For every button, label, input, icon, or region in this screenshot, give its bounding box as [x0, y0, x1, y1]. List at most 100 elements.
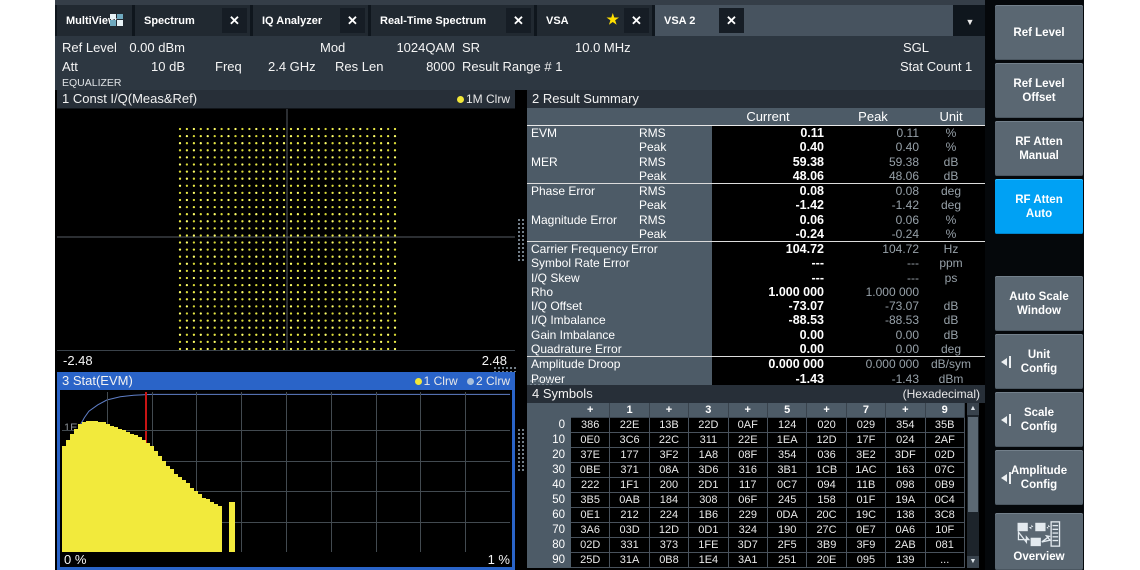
att-label[interactable]: Att: [62, 58, 78, 76]
symbol-cell: 0E1: [571, 508, 610, 523]
window-stat-evm-header[interactable]: 3 Stat(EVM) 1 Clrw 2 Clrw: [57, 372, 515, 390]
result-peak: 104.72: [827, 242, 919, 256]
tab-vsa[interactable]: VSA ★ ✕: [537, 5, 652, 36]
result-current: 0.06: [712, 213, 824, 227]
att-value[interactable]: 10 dB: [105, 58, 185, 76]
symbols-scrollbar[interactable]: ▲ ▼: [967, 403, 979, 568]
softkey-unit-config[interactable]: UnitConfig: [995, 334, 1083, 389]
symbols-col-header: 7: [847, 403, 886, 418]
submenu-icon: [1001, 414, 1011, 426]
tab-multiview[interactable]: MultiView: [57, 5, 132, 36]
res-len-value[interactable]: 8000: [375, 58, 455, 76]
close-icon[interactable]: ✕: [719, 8, 744, 33]
result-peak: 0.40: [827, 140, 919, 154]
symbol-cell: 20E: [807, 553, 846, 568]
symbol-cell: 12D: [650, 523, 689, 538]
result-row: Amplitude Droop0.000 0000.000 000dB/sym: [527, 357, 985, 371]
symbol-cell: 3C8: [926, 508, 965, 523]
result-peak: 0.11: [827, 126, 919, 140]
window-stat-evm-title: 3 Stat(EVM): [62, 373, 133, 388]
softkey-rf-atten-manual[interactable]: RF AttenManual: [995, 121, 1083, 176]
symbol-cell: 354: [768, 448, 807, 463]
analyzer-screen: MultiView Spectrum ✕ IQ Analyzer ✕ Real-…: [55, 0, 1084, 570]
symbol-cell: 124: [768, 418, 807, 433]
mod-value[interactable]: 1024QAM: [355, 39, 455, 57]
mod-label[interactable]: Mod: [320, 39, 345, 57]
result-param: [527, 140, 712, 154]
symbol-cell: 07C: [926, 463, 965, 478]
result-unit: %: [921, 126, 981, 140]
tab-real-time-spectrum[interactable]: Real-Time Spectrum ✕: [371, 5, 534, 36]
symbol-cell: 1AC: [847, 463, 886, 478]
symbol-cell: 0DA: [768, 508, 807, 523]
result-peak: -0.24: [827, 227, 919, 241]
result-param: EVM: [527, 126, 712, 140]
vertical-splitter[interactable]: [515, 90, 527, 570]
x-right-label: 1 %: [488, 552, 510, 568]
gridline: [420, 392, 421, 552]
symbol-cell: 2F5: [768, 538, 807, 553]
splitter-grip[interactable]: [517, 428, 525, 472]
trace2-label: 2 Clrw: [476, 374, 510, 388]
result-row: Magnitude ErrorRMS0.060.06%: [527, 213, 985, 227]
result-range-field[interactable]: Result Range # 1: [462, 58, 562, 76]
result-row: I/Q Imbalance-88.53-88.53dB: [527, 313, 985, 327]
splitter-grip[interactable]: [517, 218, 525, 262]
close-icon[interactable]: ✕: [624, 8, 649, 33]
close-icon[interactable]: ✕: [222, 8, 247, 33]
close-icon[interactable]: ✕: [506, 8, 531, 33]
softkey-auto-scale-window[interactable]: Auto ScaleWindow: [995, 276, 1083, 331]
result-param: Magnitude Error: [527, 213, 712, 227]
result-row: Peak48.0648.06dB: [527, 169, 985, 184]
window-symbols-header[interactable]: 4 Symbols (Hexadecimal): [527, 385, 985, 403]
tab-overflow-caret-icon[interactable]: ▼: [960, 17, 980, 31]
softkey-rf-atten-auto[interactable]: RF AttenAuto: [995, 179, 1083, 234]
sr-label[interactable]: SR: [462, 39, 480, 57]
softkey-ref-level-offset[interactable]: Ref LevelOffset: [995, 63, 1083, 118]
symbol-cell: 3F2: [650, 448, 689, 463]
scroll-down-icon[interactable]: ▼: [967, 556, 979, 568]
result-stat: RMS: [639, 126, 666, 140]
window-const-iq-header[interactable]: 1 Const I/Q(Meas&Ref) 1M Clrw: [57, 90, 515, 108]
result-row: I/Q Skew------ps: [527, 271, 985, 285]
tab-vsa2[interactable]: VSA 2 ✕: [655, 5, 953, 36]
symbol-cell: 0AF: [729, 418, 768, 433]
result-row: Peak-0.24-0.24%: [527, 227, 985, 242]
result-param: [527, 227, 712, 241]
freq-value[interactable]: 2.4 GHz: [268, 58, 316, 76]
symbols-row: 2037E1773F21A808F3540363E23DF02D: [527, 448, 967, 463]
sr-value[interactable]: 10.0 MHz: [575, 39, 631, 57]
symbol-cell: 308: [689, 493, 728, 508]
symbol-cell: 117: [729, 478, 768, 493]
symbol-cell: 0C7: [768, 478, 807, 493]
softkey-overview[interactable]: Overview: [995, 513, 1083, 570]
result-param: I/Q Offset: [527, 299, 712, 313]
scroll-up-icon[interactable]: ▲: [967, 403, 979, 415]
softkey-scale-config[interactable]: ScaleConfig: [995, 392, 1083, 447]
symbol-cell: 35B: [926, 418, 965, 433]
close-icon[interactable]: ✕: [340, 8, 365, 33]
result-unit: Hz: [921, 242, 981, 256]
softkey-ref-level[interactable]: Ref Level: [995, 5, 1083, 60]
result-unit: ppm: [921, 256, 981, 270]
symbols-mode-label: (Hexadecimal): [903, 385, 980, 403]
freq-label[interactable]: Freq: [215, 58, 242, 76]
result-row: Peak-1.42-1.42deg: [527, 198, 985, 212]
window-result-summary-header[interactable]: 2 Result Summary: [527, 90, 985, 108]
symbol-cell: 2AF: [926, 433, 965, 448]
tab-iq-analyzer[interactable]: IQ Analyzer ✕: [253, 5, 368, 36]
symbol-cell: 316: [729, 463, 768, 478]
scrollbar-thumb[interactable]: [968, 417, 978, 512]
window-const-iq-title: 1 Const I/Q(Meas&Ref): [62, 91, 197, 106]
result-row: Rho1.000 0001.000 000: [527, 285, 985, 299]
equalizer-indicator: EQUALIZER: [62, 77, 122, 89]
symbol-cell: 184: [650, 493, 689, 508]
symbols-col-header: 9: [926, 403, 965, 418]
result-stat: RMS: [639, 184, 666, 198]
symbol-cell: 0A6: [886, 523, 925, 538]
tab-spectrum[interactable]: Spectrum ✕: [135, 5, 250, 36]
symbol-cell: 0E0: [571, 433, 610, 448]
softkey-amplitude-config[interactable]: AmplitudeConfig: [995, 450, 1083, 505]
ref-level-value[interactable]: 0.00 dBm: [105, 39, 185, 57]
symbol-cell: 0AB: [610, 493, 649, 508]
